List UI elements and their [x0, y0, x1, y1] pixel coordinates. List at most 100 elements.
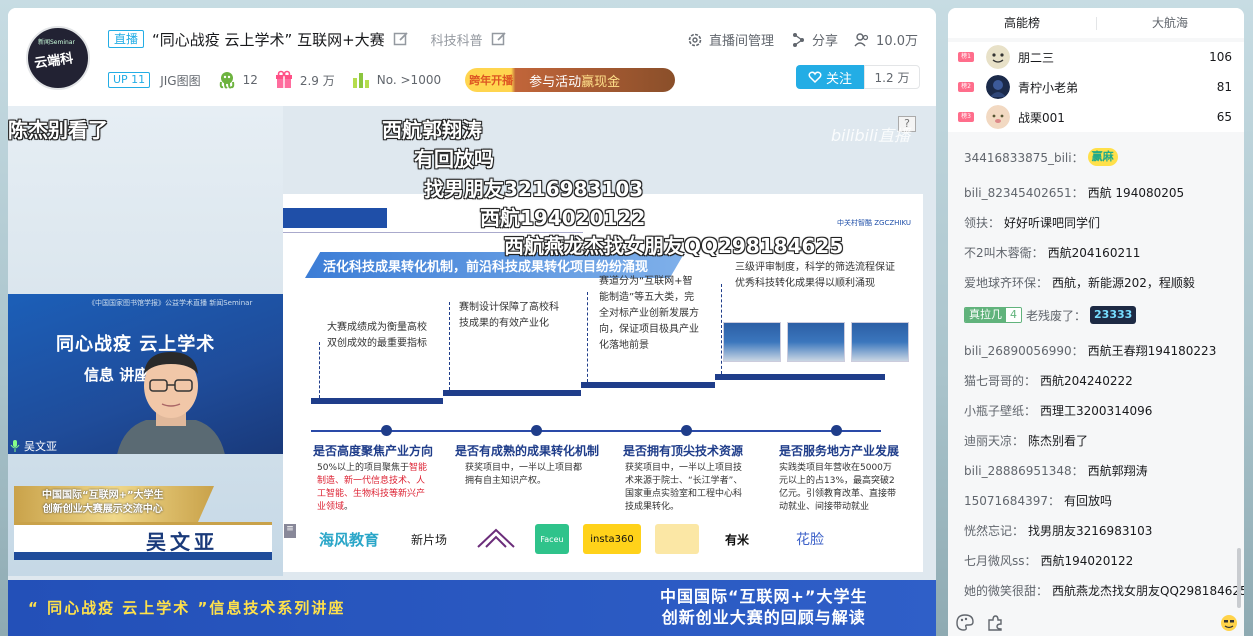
chat-message: 真拉几 4 老残废了： 23333 — [964, 306, 1137, 324]
avatar-text: 云端科 — [33, 51, 75, 72]
slide-guide-4 — [721, 284, 722, 374]
chat-message: 猫七哥哥的： 西航204240222 — [964, 372, 1133, 389]
chat-scrollbar[interactable] — [1237, 548, 1241, 608]
slide-photos — [723, 322, 909, 362]
follow-button[interactable]: 关注 — [796, 65, 864, 89]
rank-item[interactable]: 榜2 青柠小老弟 81 — [948, 72, 1244, 102]
chat-username[interactable]: 小瓶子壁纸： — [964, 402, 1036, 419]
chat-username[interactable]: bili_26890056990： — [964, 342, 1084, 359]
room-category[interactable]: 科技科普 — [431, 30, 483, 49]
slide-photo — [787, 322, 845, 362]
rank-name: 朋二三 — [1018, 50, 1055, 65]
room-manage-label: 直播间管理 — [709, 34, 775, 49]
slide-desc-1: 50%以上的项目聚焦于智能 制造、新一代信息技术、人 工智能、生物科技等新兴产 … — [317, 463, 428, 512]
palette-icon[interactable] — [956, 614, 974, 632]
fan-medal[interactable]: 真拉几 4 — [964, 307, 1022, 323]
bar-chart-icon — [352, 73, 369, 88]
event-banner-left: 跨年开播 — [469, 74, 514, 87]
rank-item[interactable]: 榜3 战栗001 65 — [948, 102, 1244, 132]
chat-username[interactable]: 她的微笑很甜： — [964, 582, 1048, 599]
slide-top-bar — [283, 208, 387, 228]
danmaku-comment: 陈杰别看了 — [8, 118, 108, 142]
chat-username[interactable]: bili_82345402651： — [964, 184, 1084, 201]
slide-axis — [311, 430, 881, 432]
chat-text: 西航204240222 — [1040, 374, 1133, 388]
octopus-icon — [219, 72, 234, 89]
chat-username[interactable]: 迪丽天凉： — [964, 432, 1024, 449]
header-actions: 直播间管理 分享 10.0万 — [687, 30, 918, 49]
chat-username[interactable]: 七月微风ss： — [964, 552, 1037, 569]
slide-guide-1 — [319, 342, 320, 398]
slide-step-1 — [311, 398, 443, 404]
chat-message: 小瓶子壁纸： 西理工3200314096 — [964, 402, 1152, 419]
slide-guide-3 — [587, 292, 588, 382]
slide-desc-3: 获奖项目中，一半以上项目技 术来源于院士、“长江学者”、 国家重点实验室和工程中… — [625, 463, 743, 512]
slide-logo: 中关村智酷 ZGCZHIKU — [837, 219, 911, 227]
slide-node — [831, 425, 842, 436]
caption-banner: 中国国际“互联网+”大学生 创新创业大赛展示交流中心 — [14, 486, 214, 522]
chat-username[interactable]: 猫七哥哥的： — [964, 372, 1036, 389]
chat-username[interactable]: 不2叫木蓉衞： — [964, 244, 1044, 261]
slide-note-1: 大赛成绩成为衡量高校 双创成效的最重要指标 — [327, 322, 427, 349]
slide-photo — [723, 322, 781, 362]
chat-username[interactable]: 恍然忘记： — [964, 522, 1024, 539]
viewer-count-label: 10.0万 — [876, 34, 918, 49]
room-manage-button[interactable]: 直播间管理 — [687, 30, 774, 49]
event-banner-right: 参与活动赢现金 — [529, 74, 621, 90]
caption-banner-text: 中国国际“互联网+”大学生 创新创业大赛展示交流中心 — [42, 490, 164, 515]
chat-message: 34416833875_bili： 赢麻 — [964, 148, 1118, 166]
tab-high-energy[interactable]: 高能榜 — [948, 8, 1096, 38]
chat-username[interactable]: 爱地球齐环保： — [964, 274, 1048, 291]
slide-desc-4: 实践类项目年营收在5000万 元以上的占13%，最高突破2 亿元。引领教育改革、… — [779, 463, 897, 512]
gear-icon — [688, 33, 702, 46]
emote-sticker: 23333 — [1090, 306, 1137, 324]
caption-strip — [14, 552, 272, 560]
chat-message: 她的微笑很甜： 西航燕龙杰找女朋友QQ298184625 — [964, 582, 1244, 599]
chat-username[interactable]: 老残废了： — [1026, 307, 1086, 324]
video-bottom-banner: “ 同心战疫 云上学术 ”信息技术系列讲座 中国国际“互联网+”大学生 创新创业大… — [8, 580, 936, 636]
slide-question-1: 是否高度聚焦产业方向 — [313, 444, 434, 458]
speaker-panel-caption: 《中国国家图书馆学报》公益学术直播 新闻Seminar — [88, 299, 253, 307]
heart-icon — [808, 71, 822, 84]
chat-toolbar — [948, 612, 1244, 636]
share-button[interactable]: 分享 — [790, 30, 838, 49]
slide-node — [531, 425, 542, 436]
slide-question-3: 是否拥有顶尖技术资源 — [623, 444, 744, 458]
category-edit-icon[interactable] — [491, 31, 507, 47]
rank-name: 青柠小老弟 — [1018, 80, 1079, 95]
slide-question-4: 是否服务地方产业发展 — [779, 444, 900, 458]
chat-text: 西航郭翔涛 — [1087, 464, 1148, 478]
slide-logos: 海风教育 新片场 Faceu insta360 有米 花脸 — [311, 524, 845, 554]
follow-group: 关注 1.2 万 — [796, 65, 920, 89]
logo-insta360: insta360 — [583, 524, 641, 554]
chat-username[interactable]: bili_28886951348： — [964, 462, 1084, 479]
fan-stat-value: 12 — [242, 73, 258, 87]
chat-text: 陈杰别看了 — [1028, 434, 1089, 448]
rank-score: 106 — [1209, 50, 1232, 64]
video-player[interactable]: 《中国国家图书馆学报》公益学术直播 新闻Seminar 同心战疫 云上学术 信息… — [8, 106, 936, 636]
up-name[interactable]: JIG图图 — [160, 72, 200, 89]
emoji-icon[interactable] — [1220, 614, 1238, 632]
chat-message: 领扶： 好好听课吧同学们 — [964, 214, 1100, 231]
rank-item[interactable]: 榜1 朋二三 106 — [948, 42, 1244, 72]
slide-node — [681, 425, 692, 436]
edit-icon[interactable] — [393, 31, 409, 47]
danmaku-comment: 找男朋友3216983103 — [424, 177, 644, 201]
chat-text: 西航，新能源202，程顺毅 — [1052, 276, 1195, 290]
streamer-avatar[interactable]: 新闻Seminar 云端科 — [26, 26, 90, 90]
chat-username[interactable]: 领扶： — [964, 214, 1000, 231]
lecture-topic: 中国国际“互联网+”大学生 创新创业大赛的回顾与解读 — [660, 587, 868, 627]
slide-page-tag: ≡ — [284, 524, 296, 538]
event-banner[interactable]: 跨年开播 参与活动赢现金 — [465, 68, 676, 92]
chat-username[interactable]: 15071684397： — [964, 492, 1060, 509]
chat-message: 迪丽天凉： 陈杰别看了 — [964, 432, 1088, 449]
rank-stat[interactable]: No. >1000 — [351, 70, 441, 90]
caption-speaker-name: 吴文亚 — [146, 530, 218, 554]
room-header: 新闻Seminar 云端科 直播 “同心战疫 云上学术” 互联网+大赛 科技科普… — [8, 8, 936, 106]
tab-guard[interactable]: 大航海 — [1096, 8, 1244, 38]
up-level-badge: UP 11 — [108, 72, 151, 88]
avatar — [986, 75, 1010, 99]
chat-text: 找男朋友3216983103 — [1028, 524, 1153, 538]
puzzle-icon[interactable] — [986, 614, 1004, 632]
chat-username[interactable]: 34416833875_bili： — [964, 149, 1084, 166]
